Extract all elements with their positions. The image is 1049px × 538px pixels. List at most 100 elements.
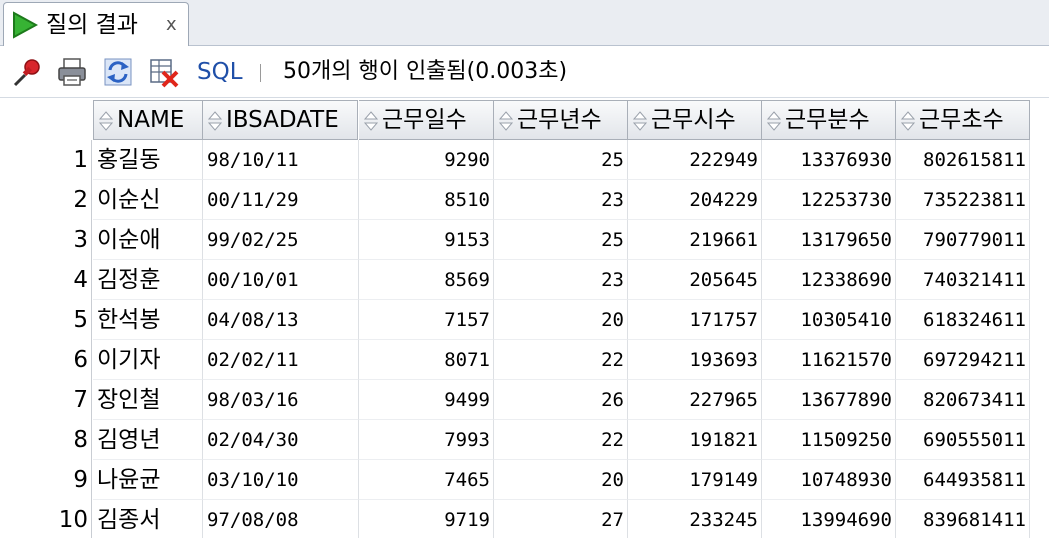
row-number[interactable]: 3 bbox=[0, 220, 92, 260]
row-number[interactable]: 4 bbox=[0, 260, 92, 300]
row-number[interactable]: 10 bbox=[0, 500, 92, 538]
row-number[interactable]: 2 bbox=[0, 180, 92, 220]
cell-workdays[interactable]: 8569 bbox=[359, 260, 494, 300]
cell-workseconds[interactable]: 802615811 bbox=[896, 140, 1030, 180]
cell-workdays[interactable]: 9153 bbox=[359, 220, 494, 260]
cell-workyears[interactable]: 27 bbox=[494, 500, 628, 538]
cell-name[interactable]: 장인철 bbox=[93, 380, 203, 420]
cell-workminutes[interactable]: 11621570 bbox=[762, 340, 896, 380]
cell-workseconds[interactable]: 740321411 bbox=[896, 260, 1030, 300]
cell-workdays[interactable]: 9499 bbox=[359, 380, 494, 420]
cell-ibsadate[interactable]: 99/02/25 bbox=[203, 220, 359, 260]
table-row[interactable]: 7 장인철 98/03/16 9499 26 227965 13677890 82067341… bbox=[0, 380, 1049, 420]
pin-icon[interactable] bbox=[12, 56, 44, 88]
cell-name[interactable]: 이기자 bbox=[93, 340, 203, 380]
cell-workminutes[interactable]: 13994690 bbox=[762, 500, 896, 538]
cell-workhours[interactable]: 222949 bbox=[628, 140, 762, 180]
cell-workhours[interactable]: 227965 bbox=[628, 380, 762, 420]
row-number[interactable]: 7 bbox=[0, 380, 92, 420]
cell-workminutes[interactable]: 12253730 bbox=[762, 180, 896, 220]
tab-query-result[interactable]: 질의 결과 x bbox=[3, 2, 189, 46]
table-row[interactable]: 6 이기자 02/02/11 8071 22 193693 11621570 69729421… bbox=[0, 340, 1049, 380]
row-number[interactable]: 6 bbox=[0, 340, 92, 380]
cell-workhours[interactable]: 193693 bbox=[628, 340, 762, 380]
cell-workyears[interactable]: 22 bbox=[494, 420, 628, 460]
sql-button[interactable]: SQL bbox=[197, 58, 243, 86]
cell-workdays[interactable]: 8510 bbox=[359, 180, 494, 220]
table-row[interactable]: 4 김정훈 00/10/01 8569 23 205645 12338690 74032141… bbox=[0, 260, 1049, 300]
cell-workminutes[interactable]: 10305410 bbox=[762, 300, 896, 340]
cell-workminutes[interactable]: 12338690 bbox=[762, 260, 896, 300]
cell-workdays[interactable]: 9290 bbox=[359, 140, 494, 180]
row-number[interactable]: 5 bbox=[0, 300, 92, 340]
table-row[interactable]: 3 이순애 99/02/25 9153 25 219661 13179650 79077901… bbox=[0, 220, 1049, 260]
cell-workseconds[interactable]: 839681411 bbox=[896, 500, 1030, 538]
cell-workhours[interactable]: 179149 bbox=[628, 460, 762, 500]
row-number[interactable]: 9 bbox=[0, 460, 92, 500]
table-row[interactable]: 1 홍길동 98/10/11 9290 25 222949 13376930 80261581… bbox=[0, 140, 1049, 180]
column-header-workdays[interactable]: 근무일수 bbox=[359, 100, 494, 140]
cell-ibsadate[interactable]: 02/04/30 bbox=[203, 420, 359, 460]
cell-name[interactable]: 한석봉 bbox=[93, 300, 203, 340]
cell-workdays[interactable]: 9719 bbox=[359, 500, 494, 538]
cell-workdays[interactable]: 8071 bbox=[359, 340, 494, 380]
cell-workseconds[interactable]: 644935811 bbox=[896, 460, 1030, 500]
table-row[interactable]: 9 나윤균 03/10/10 7465 20 179149 10748930 64493581… bbox=[0, 460, 1049, 500]
cell-workyears[interactable]: 23 bbox=[494, 260, 628, 300]
cell-workyears[interactable]: 25 bbox=[494, 140, 628, 180]
cell-workhours[interactable]: 219661 bbox=[628, 220, 762, 260]
cell-workhours[interactable]: 191821 bbox=[628, 420, 762, 460]
cell-name[interactable]: 김영년 bbox=[93, 420, 203, 460]
cell-workdays[interactable]: 7465 bbox=[359, 460, 494, 500]
cell-name[interactable]: 김정훈 bbox=[93, 260, 203, 300]
column-header-ibsadate[interactable]: IBSADATE bbox=[203, 100, 358, 140]
cell-ibsadate[interactable]: 00/11/29 bbox=[203, 180, 359, 220]
cell-workhours[interactable]: 205645 bbox=[628, 260, 762, 300]
cell-workyears[interactable]: 25 bbox=[494, 220, 628, 260]
column-header-workseconds[interactable]: 근무초수 bbox=[896, 100, 1030, 140]
table-row[interactable]: 8 김영년 02/04/30 7993 22 191821 11509250 69055501… bbox=[0, 420, 1049, 460]
delete-icon[interactable] bbox=[148, 56, 180, 88]
cell-workhours[interactable]: 204229 bbox=[628, 180, 762, 220]
cell-workdays[interactable]: 7157 bbox=[359, 300, 494, 340]
cell-workseconds[interactable]: 697294211 bbox=[896, 340, 1030, 380]
row-number[interactable]: 1 bbox=[0, 140, 92, 180]
cell-ibsadate[interactable]: 00/10/01 bbox=[203, 260, 359, 300]
cell-workminutes[interactable]: 13376930 bbox=[762, 140, 896, 180]
cell-workyears[interactable]: 20 bbox=[494, 460, 628, 500]
cell-workminutes[interactable]: 13677890 bbox=[762, 380, 896, 420]
cell-workminutes[interactable]: 10748930 bbox=[762, 460, 896, 500]
table-row[interactable]: 5 한석봉 04/08/13 7157 20 171757 10305410 61832461… bbox=[0, 300, 1049, 340]
cell-workyears[interactable]: 22 bbox=[494, 340, 628, 380]
cell-ibsadate[interactable]: 04/08/13 bbox=[203, 300, 359, 340]
cell-workseconds[interactable]: 618324611 bbox=[896, 300, 1030, 340]
cell-ibsadate[interactable]: 97/08/08 bbox=[203, 500, 359, 538]
close-icon[interactable]: x bbox=[166, 13, 177, 37]
cell-workminutes[interactable]: 11509250 bbox=[762, 420, 896, 460]
cell-workseconds[interactable]: 790779011 bbox=[896, 220, 1030, 260]
cell-workdays[interactable]: 7993 bbox=[359, 420, 494, 460]
cell-workyears[interactable]: 23 bbox=[494, 180, 628, 220]
cell-name[interactable]: 이순애 bbox=[93, 220, 203, 260]
cell-workyears[interactable]: 26 bbox=[494, 380, 628, 420]
cell-workyears[interactable]: 20 bbox=[494, 300, 628, 340]
cell-ibsadate[interactable]: 98/03/16 bbox=[203, 380, 359, 420]
cell-name[interactable]: 김종서 bbox=[93, 500, 203, 538]
column-header-workhours[interactable]: 근무시수 bbox=[628, 100, 762, 140]
table-row[interactable]: 2 이순신 00/11/29 8510 23 204229 12253730 73522381… bbox=[0, 180, 1049, 220]
cell-name[interactable]: 나윤균 bbox=[93, 460, 203, 500]
cell-workhours[interactable]: 233245 bbox=[628, 500, 762, 538]
row-number[interactable]: 8 bbox=[0, 420, 92, 460]
cell-workseconds[interactable]: 690555011 bbox=[896, 420, 1030, 460]
cell-name[interactable]: 이순신 bbox=[93, 180, 203, 220]
cell-ibsadate[interactable]: 02/02/11 bbox=[203, 340, 359, 380]
column-header-workyears[interactable]: 근무년수 bbox=[494, 100, 628, 140]
column-header-workminutes[interactable]: 근무분수 bbox=[762, 100, 896, 140]
print-icon[interactable] bbox=[56, 56, 88, 88]
refresh-icon[interactable] bbox=[102, 56, 134, 88]
cell-ibsadate[interactable]: 03/10/10 bbox=[203, 460, 359, 500]
cell-workseconds[interactable]: 820673411 bbox=[896, 380, 1030, 420]
cell-workminutes[interactable]: 13179650 bbox=[762, 220, 896, 260]
cell-ibsadate[interactable]: 98/10/11 bbox=[203, 140, 359, 180]
cell-name[interactable]: 홍길동 bbox=[93, 140, 203, 180]
